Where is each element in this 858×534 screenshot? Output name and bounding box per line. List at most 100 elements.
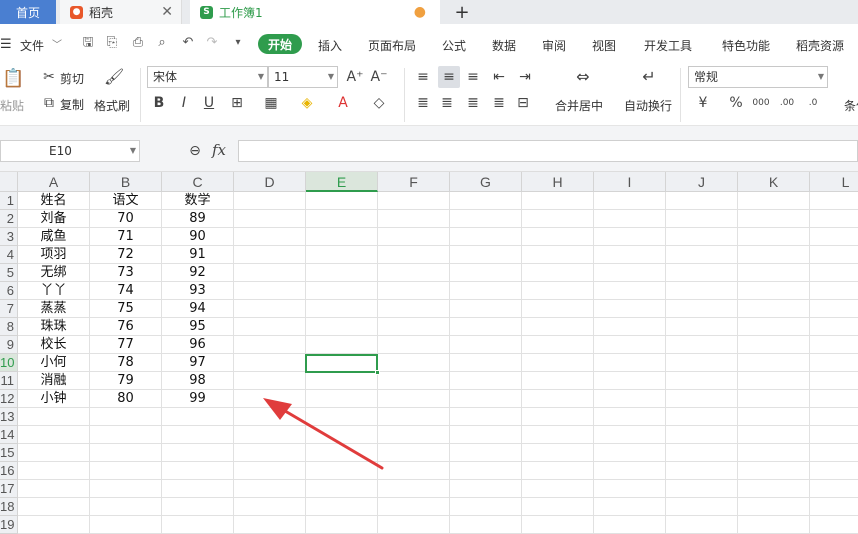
cell-J2[interactable]: [666, 210, 738, 228]
name-box[interactable]: E10 ▼: [0, 140, 140, 162]
cell-K8[interactable]: [738, 318, 810, 336]
cell-F4[interactable]: [378, 246, 450, 264]
cell-C17[interactable]: [162, 480, 234, 498]
row-header-19[interactable]: 19: [0, 516, 18, 534]
cell-F6[interactable]: [378, 282, 450, 300]
cell-J11[interactable]: [666, 372, 738, 390]
cell-G10[interactable]: [450, 354, 522, 372]
menu-daoke-resources[interactable]: 稻壳资源: [796, 37, 844, 54]
row-header-18[interactable]: 18: [0, 498, 18, 516]
cell-J4[interactable]: [666, 246, 738, 264]
cell-E18[interactable]: [306, 498, 378, 516]
cell-B7[interactable]: 75: [90, 300, 162, 318]
cell-A13[interactable]: [18, 408, 90, 426]
paste-icon[interactable]: 📋: [2, 70, 24, 92]
tab-workbook[interactable]: S 工作簿1 ●: [190, 0, 440, 24]
cell-E11[interactable]: [306, 372, 378, 390]
cell-J15[interactable]: [666, 444, 738, 462]
cell-K13[interactable]: [738, 408, 810, 426]
cell-B12[interactable]: 80: [90, 390, 162, 408]
undo-icon[interactable]: ↶: [180, 35, 196, 51]
cell-K15[interactable]: [738, 444, 810, 462]
cell-H3[interactable]: [522, 228, 594, 246]
cell-L3[interactable]: [810, 228, 858, 246]
cell-L2[interactable]: [810, 210, 858, 228]
cell-G3[interactable]: [450, 228, 522, 246]
cell-B15[interactable]: [90, 444, 162, 462]
font-color-icon[interactable]: A: [334, 94, 352, 112]
align-bottom-icon[interactable]: ≡: [464, 68, 482, 86]
eraser-icon[interactable]: ◇: [370, 94, 388, 112]
cell-I6[interactable]: [594, 282, 666, 300]
align-right-icon[interactable]: ≣: [464, 94, 482, 112]
wrap-icon[interactable]: ↵: [638, 68, 660, 86]
close-icon[interactable]: ✕: [161, 4, 173, 20]
cell-I3[interactable]: [594, 228, 666, 246]
row-header-3[interactable]: 3: [0, 228, 18, 246]
cell-D11[interactable]: [234, 372, 306, 390]
cell-A12[interactable]: 小钟: [18, 390, 90, 408]
column-header-G[interactable]: G: [450, 172, 522, 192]
decimal-increase-icon[interactable]: .00: [778, 94, 796, 112]
cell-B11[interactable]: 79: [90, 372, 162, 390]
cell-A18[interactable]: [18, 498, 90, 516]
cell-H19[interactable]: [522, 516, 594, 534]
column-header-A[interactable]: A: [18, 172, 90, 192]
cell-L12[interactable]: [810, 390, 858, 408]
cell-C18[interactable]: [162, 498, 234, 516]
cell-D17[interactable]: [234, 480, 306, 498]
cell-L17[interactable]: [810, 480, 858, 498]
row-header-10[interactable]: 10: [0, 354, 18, 372]
cell-H15[interactable]: [522, 444, 594, 462]
cell-C13[interactable]: [162, 408, 234, 426]
font-grow-icon[interactable]: A⁺: [346, 68, 364, 86]
cell-D3[interactable]: [234, 228, 306, 246]
decimal-decrease-icon[interactable]: .0: [804, 94, 822, 112]
align-middle-icon[interactable]: ≡: [438, 66, 460, 88]
cell-C3[interactable]: 90: [162, 228, 234, 246]
cell-L19[interactable]: [810, 516, 858, 534]
cell-K10[interactable]: [738, 354, 810, 372]
cell-I17[interactable]: [594, 480, 666, 498]
cell-A17[interactable]: [18, 480, 90, 498]
cell-K14[interactable]: [738, 426, 810, 444]
cell-I18[interactable]: [594, 498, 666, 516]
align-center-icon[interactable]: ≣: [438, 94, 456, 112]
cell-C4[interactable]: 91: [162, 246, 234, 264]
cell-C12[interactable]: 99: [162, 390, 234, 408]
cell-L14[interactable]: [810, 426, 858, 444]
cell-A16[interactable]: [18, 462, 90, 480]
cell-H2[interactable]: [522, 210, 594, 228]
row-header-1[interactable]: 1: [0, 192, 18, 210]
wrap-text-button[interactable]: 自动换行: [624, 97, 672, 114]
new-tab-button[interactable]: +: [452, 0, 472, 24]
cut-button[interactable]: 剪切: [60, 70, 84, 87]
fill-color-icon[interactable]: ◈: [298, 94, 316, 112]
tab-home[interactable]: 首页: [0, 0, 56, 24]
cell-L4[interactable]: [810, 246, 858, 264]
border-icon[interactable]: ⊞: [228, 94, 246, 112]
cell-J3[interactable]: [666, 228, 738, 246]
align-top-icon[interactable]: ≡: [414, 68, 432, 86]
selected-cell-E10[interactable]: [305, 354, 378, 373]
indent-increase-icon[interactable]: ⇥: [516, 68, 534, 86]
cell-E7[interactable]: [306, 300, 378, 318]
cell-G19[interactable]: [450, 516, 522, 534]
cell-A4[interactable]: 项羽: [18, 246, 90, 264]
row-header-2[interactable]: 2: [0, 210, 18, 228]
menu-start[interactable]: 开始: [258, 34, 302, 54]
cell-H6[interactable]: [522, 282, 594, 300]
row-header-7[interactable]: 7: [0, 300, 18, 318]
font-size-select[interactable]: 11 ▼: [268, 66, 338, 88]
cell-J17[interactable]: [666, 480, 738, 498]
cell-J12[interactable]: [666, 390, 738, 408]
cell-I12[interactable]: [594, 390, 666, 408]
cell-K1[interactable]: [738, 192, 810, 210]
cell-B9[interactable]: 77: [90, 336, 162, 354]
cell-B17[interactable]: [90, 480, 162, 498]
redo-icon[interactable]: ↷: [204, 35, 220, 51]
cell-D2[interactable]: [234, 210, 306, 228]
cell-H17[interactable]: [522, 480, 594, 498]
cell-B4[interactable]: 72: [90, 246, 162, 264]
zoom-icon[interactable]: ⊖: [186, 142, 204, 160]
